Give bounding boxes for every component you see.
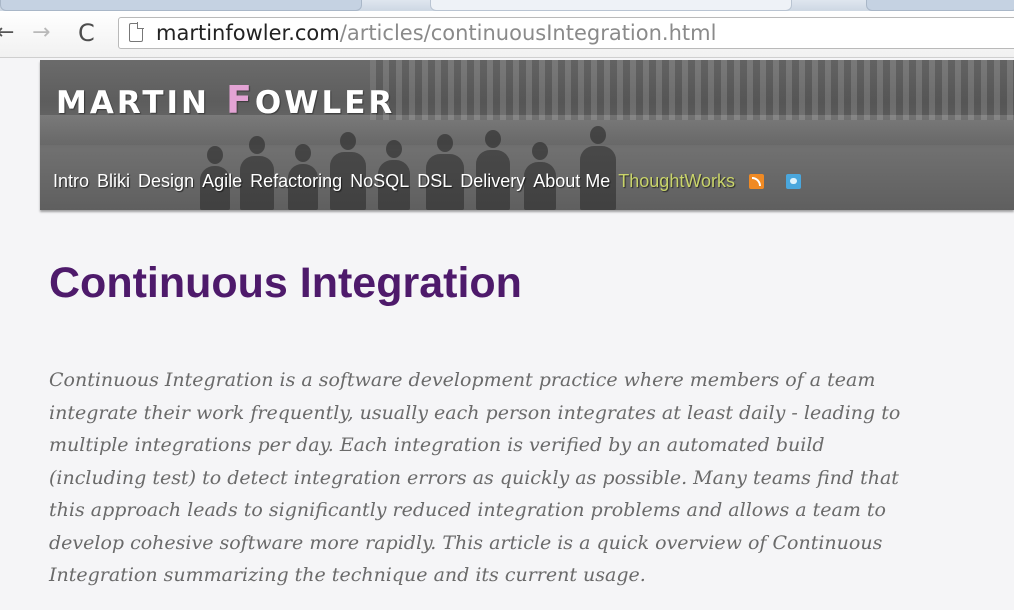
- nav-link-agile[interactable]: Agile: [202, 171, 242, 192]
- nav-link-about-me[interactable]: About Me: [533, 171, 610, 192]
- nav-link-dsl[interactable]: DSL: [417, 171, 452, 192]
- banner-skyline-image: [370, 60, 1014, 120]
- nav-link-refactoring[interactable]: Refactoring: [250, 171, 342, 192]
- article-title: Continuous Integration: [49, 259, 522, 307]
- page-content: MARTIN FOWLER Intro Bliki Design Agile Re…: [0, 58, 1014, 610]
- abstract-line: Integration summarizing the technique an…: [49, 564, 646, 586]
- page-icon: [129, 22, 144, 42]
- logo-last-name-rest: OWLER: [254, 85, 396, 121]
- abstract-line: multiple integrations per day. Each inte…: [49, 434, 825, 456]
- logo-first-name: MARTIN: [56, 85, 210, 121]
- site-banner: MARTIN FOWLER Intro Bliki Design Agile Re…: [40, 60, 1014, 210]
- nav-link-thoughtworks[interactable]: ThoughtWorks: [618, 171, 735, 192]
- nav-link-delivery[interactable]: Delivery: [460, 171, 525, 192]
- address-bar[interactable]: martinfowler.com/articles/continuousInte…: [118, 17, 1014, 49]
- nav-link-bliki[interactable]: Bliki: [97, 171, 130, 192]
- logo-initial: F: [225, 78, 255, 122]
- abstract-line: (including test) to detect integration e…: [49, 466, 899, 489]
- forward-arrow-icon[interactable]: →: [32, 21, 50, 45]
- nav-link-intro[interactable]: Intro: [53, 171, 89, 192]
- twitter-icon[interactable]: [786, 174, 801, 189]
- nav-link-nosql[interactable]: NoSQL: [350, 171, 409, 192]
- nav-link-design[interactable]: Design: [138, 171, 194, 192]
- browser-tab[interactable]: [866, 0, 1014, 11]
- url-path: /articles/continuousIntegration.html: [339, 21, 717, 45]
- url-domain: martinfowler.com: [156, 21, 340, 45]
- abstract-line: develop cohesive software more rapidly. …: [49, 531, 883, 554]
- back-arrow-icon[interactable]: ←: [0, 21, 14, 45]
- browser-toolbar: ← → C martinfowler.com/articles/continuo…: [0, 11, 1014, 58]
- rss-icon[interactable]: [749, 174, 764, 189]
- abstract-line: integrate their work frequently, usually…: [49, 401, 901, 424]
- site-nav: Intro Bliki Design Agile Refactoring NoS…: [53, 171, 823, 192]
- browser-tab-strip: [0, 0, 1014, 11]
- abstract-line: this approach leads to significantly red…: [49, 499, 886, 521]
- browser-tab-active[interactable]: [430, 0, 792, 11]
- site-logo[interactable]: MARTIN FOWLER: [56, 78, 395, 122]
- article-abstract: Continuous Integration is a software dev…: [49, 364, 1009, 592]
- abstract-line: Continuous Integration is a software dev…: [49, 369, 876, 391]
- reload-icon[interactable]: C: [78, 21, 95, 45]
- browser-tab[interactable]: [0, 0, 362, 11]
- url-text[interactable]: martinfowler.com/articles/continuousInte…: [156, 20, 716, 46]
